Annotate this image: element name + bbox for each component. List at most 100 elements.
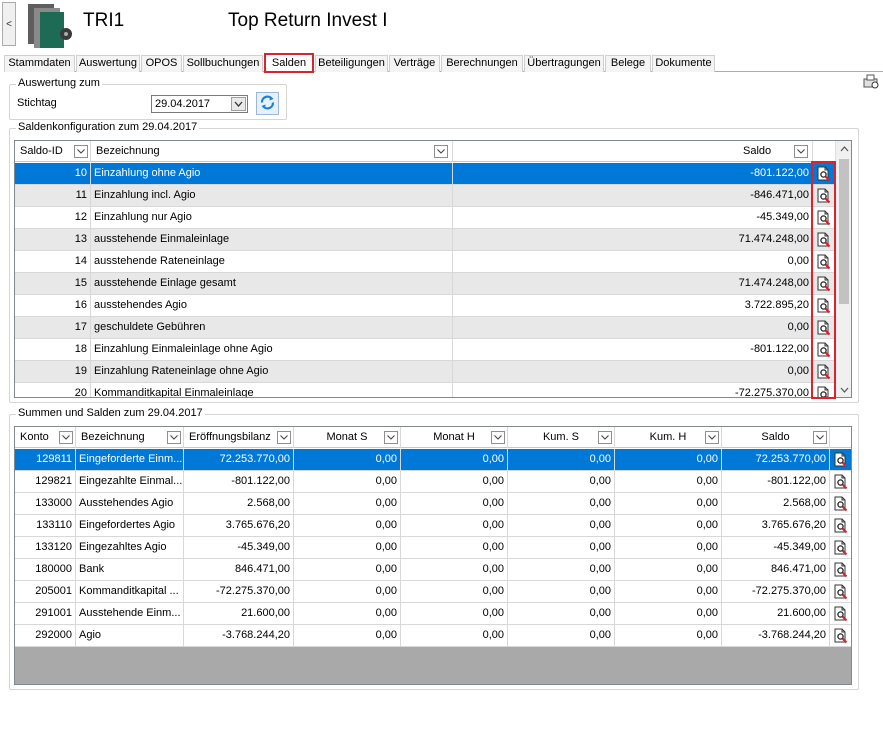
column-header-kum-h[interactable]: Kum. H — [615, 427, 722, 448]
cell-ks: 0,00 — [508, 625, 615, 646]
cell-ms: 0,00 — [294, 603, 401, 624]
fund-long-name: Top Return Invest I — [228, 10, 388, 31]
cell-mh: 0,00 — [401, 559, 508, 580]
filter-dropdown-icon[interactable] — [74, 145, 88, 158]
saldenkonfiguration-group-title: Saldenkonfiguration zum 29.04.2017 — [16, 121, 200, 133]
cell-ks: 0,00 — [508, 603, 615, 624]
table-row[interactable]: 133120 Eingezahltes Agio -45.349,00 0,00 0,0… — [15, 537, 851, 559]
column-header-monat-h[interactable]: Monat H — [401, 427, 508, 448]
filter-dropdown-icon[interactable] — [59, 431, 73, 444]
column-header-saldo[interactable]: Saldo — [453, 141, 813, 162]
grid-header: Saldo-ID Bezeichnung Saldo — [15, 141, 835, 162]
refresh-button[interactable] — [256, 92, 279, 115]
table-row[interactable]: 15 ausstehende Einlage gesamt 71.474.248,0… — [15, 273, 835, 295]
table-row[interactable]: 18 Einzahlung Einmaleinlage ohne Agio -801… — [15, 339, 835, 361]
table-row[interactable]: 19 Einzahlung Rateneinlage ohne Agio 0,00 — [15, 361, 835, 383]
filter-dropdown-icon[interactable] — [598, 431, 612, 444]
column-header-bezeichnung[interactable]: Bezeichnung — [91, 141, 453, 162]
tab-sollbuchungen[interactable]: Sollbuchungen — [183, 55, 263, 72]
table-row[interactable]: 11 Einzahlung incl. Agio -846.471,00 — [15, 185, 835, 207]
column-header-saldo-id[interactable]: Saldo-ID — [15, 141, 91, 162]
column-header-monat-s[interactable]: Monat S — [294, 427, 401, 448]
tab-opos[interactable]: OPOS — [141, 55, 182, 72]
column-header-bezeichnung[interactable]: Bezeichnung — [76, 427, 184, 448]
table-row[interactable]: 205001 Kommanditkapital ... -72.275.370,00… — [15, 581, 851, 603]
cell-eb: 72.253.770,00 — [184, 449, 294, 470]
tab-belege[interactable]: Belege — [605, 55, 651, 72]
table-row[interactable]: 292000 Agio -3.768.244,20 0,00 0,00 0,00 0,00-… — [15, 625, 851, 647]
print-preview-icon[interactable] — [862, 74, 880, 90]
scroll-down-icon[interactable] — [836, 382, 851, 397]
document-search-icon[interactable] — [833, 474, 849, 490]
document-search-icon[interactable] — [833, 540, 849, 556]
filter-dropdown-icon[interactable] — [705, 431, 719, 444]
cell-name: Eingezahlte Einmal... — [76, 471, 184, 492]
cell-kh: 0,00 — [615, 581, 722, 602]
column-header-label: Eröffnungsbilanz — [189, 431, 271, 443]
document-search-icon[interactable] — [833, 584, 849, 600]
table-row[interactable]: 129811 Eingeforderte Einm... 72.253.770,00… — [15, 449, 851, 471]
table-row[interactable]: 129821 Eingezahlte Einmal... -801.122,00 0,… — [15, 471, 851, 493]
tab-beteiligungen[interactable]: Beteiligungen — [315, 55, 388, 72]
cell-saldo: 2.568,00 — [722, 493, 830, 514]
filter-dropdown-icon[interactable] — [813, 431, 827, 444]
table-row[interactable]: 20 Kommanditkapital Einmaleinlage -72.275.… — [15, 383, 835, 397]
column-header-label: Saldo — [743, 145, 772, 157]
filter-dropdown-icon[interactable] — [491, 431, 505, 444]
filter-dropdown-icon[interactable] — [167, 431, 181, 444]
table-row[interactable]: 14 ausstehende Rateneinlage 0,00 — [15, 251, 835, 273]
filter-dropdown-icon[interactable] — [277, 431, 291, 444]
filter-dropdown-icon[interactable] — [384, 431, 398, 444]
document-search-icon[interactable] — [833, 606, 849, 622]
tab-berechnungen[interactable]: Berechnungen — [441, 55, 523, 72]
cell-saldo: 71.474.248,00 — [453, 229, 813, 250]
collapse-panel-button[interactable]: < — [2, 2, 16, 46]
cell-kh: 0,00 — [615, 449, 722, 470]
document-search-icon[interactable] — [833, 562, 849, 578]
chevron-down-icon[interactable] — [231, 97, 246, 111]
column-header-eroeffnungsbilanz[interactable]: Eröffnungsbilanz — [184, 427, 294, 448]
tab-uebertragungen[interactable]: Übertragungen — [524, 55, 604, 72]
column-header-konto[interactable]: Konto — [15, 427, 76, 448]
cell-name: Eingezahltes Agio — [76, 537, 184, 558]
cell-ms: 0,00 — [294, 493, 401, 514]
table-row[interactable]: 17 geschuldete Gebühren 0,00 — [15, 317, 835, 339]
document-search-icon[interactable] — [833, 518, 849, 534]
tab-stammdaten[interactable]: Stammdaten — [4, 55, 75, 72]
vertical-scrollbar[interactable] — [835, 141, 851, 397]
document-search-icon[interactable] — [833, 628, 849, 644]
scrollbar-thumb[interactable] — [839, 159, 849, 304]
table-row[interactable]: 291001 Ausstehende Einm... 21.600,00 0,00 0,… — [15, 603, 851, 625]
table-row[interactable]: 13 ausstehende Einmaleinlage 71.474.248,00 — [15, 229, 835, 251]
cell-saldo-id: 20 — [15, 383, 91, 397]
cell-bezeichnung: Einzahlung Rateneinlage ohne Agio — [91, 361, 453, 382]
table-row[interactable]: 16 ausstehendes Agio 3.722.895,20 — [15, 295, 835, 317]
table-row[interactable]: 180000 Bank 846.471,00 0,00 0,00 0,00 0,00 846.… — [15, 559, 851, 581]
table-row[interactable]: 133000 Ausstehendes Agio 2.568,00 0,00 0,00 0… — [15, 493, 851, 515]
column-header-action — [813, 141, 835, 162]
tab-vertraege[interactable]: Verträge — [389, 55, 440, 72]
tab-dokumente[interactable]: Dokumente — [652, 55, 715, 72]
tab-salden[interactable]: Salden — [264, 53, 314, 73]
column-header-saldo[interactable]: Saldo — [722, 427, 830, 448]
column-header-label: Monat S — [326, 431, 368, 443]
cell-mh: 0,00 — [401, 449, 508, 470]
column-header-kum-s[interactable]: Kum. S — [508, 427, 615, 448]
cell-name: Eingeforderte Einm... — [76, 449, 184, 470]
column-header-label: Bezeichnung — [81, 431, 145, 443]
cell-kh: 0,00 — [615, 559, 722, 580]
document-search-icon[interactable] — [833, 452, 849, 468]
stichtag-date-picker[interactable]: 29.04.2017 — [151, 95, 248, 113]
cell-saldo-id: 18 — [15, 339, 91, 360]
table-row[interactable]: 10 Einzahlung ohne Agio -801.122,00 — [15, 163, 835, 185]
fund-folder-icon — [26, 2, 74, 50]
document-search-icon[interactable] — [833, 496, 849, 512]
table-row[interactable]: 12 Einzahlung nur Agio -45.349,00 — [15, 207, 835, 229]
filter-dropdown-icon[interactable] — [434, 145, 448, 158]
filter-dropdown-icon[interactable] — [794, 145, 808, 158]
cell-name: Kommanditkapital ... — [76, 581, 184, 602]
cell-saldo: 3.722.895,20 — [453, 295, 813, 316]
scroll-up-icon[interactable] — [836, 141, 851, 157]
tab-auswertung[interactable]: Auswertung — [76, 55, 140, 72]
table-row[interactable]: 133110 Eingefordertes Agio 3.765.676,20 0,0… — [15, 515, 851, 537]
